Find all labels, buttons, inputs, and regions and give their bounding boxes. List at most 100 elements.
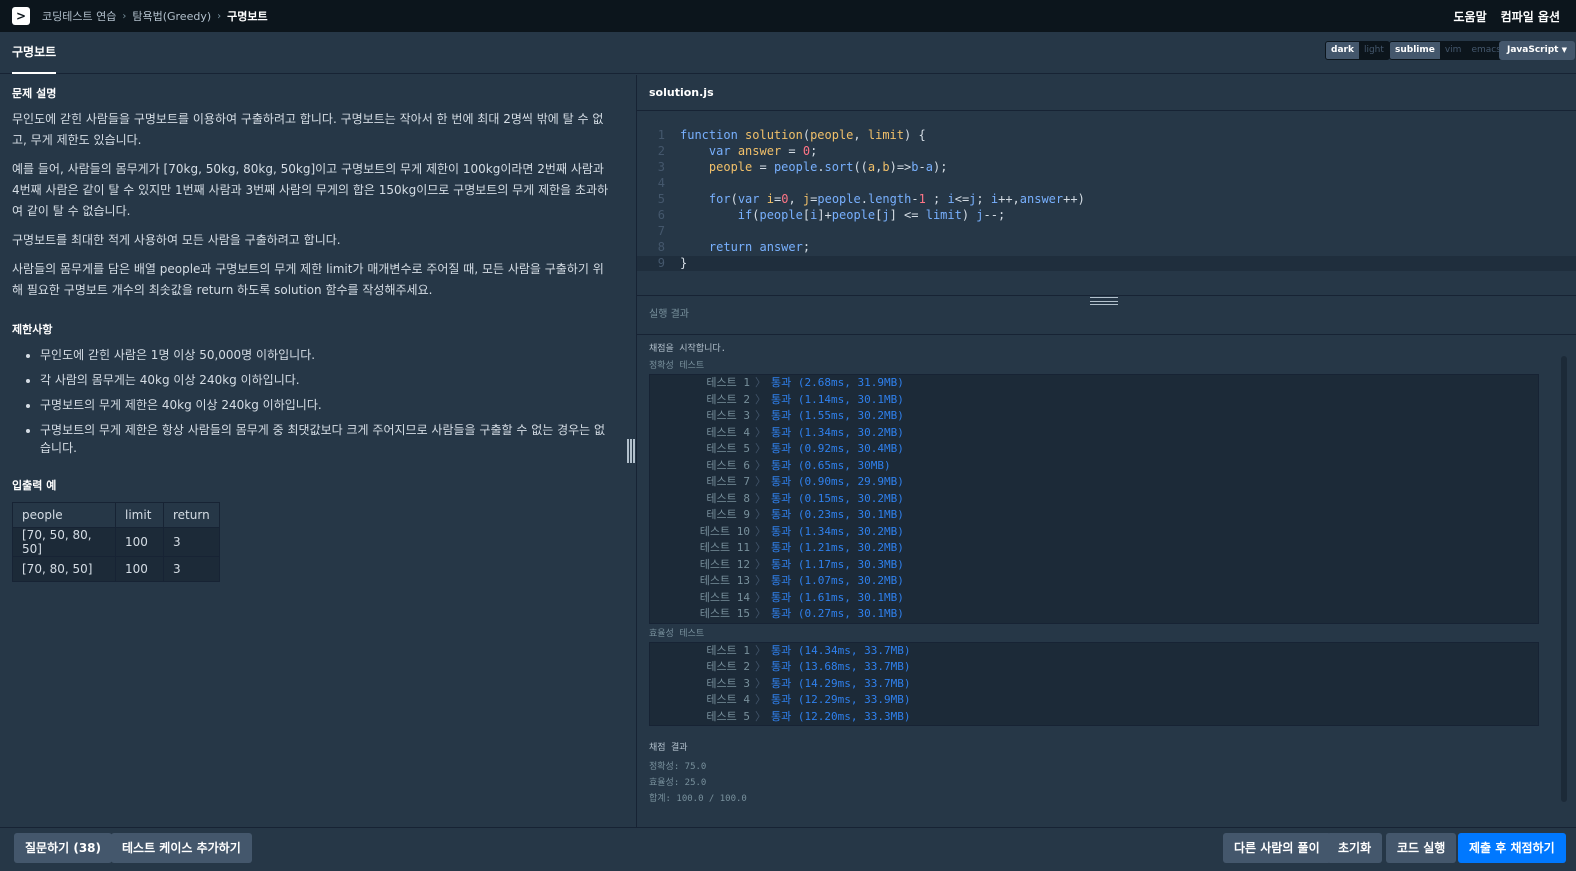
separator: 〉 [755,574,766,587]
separator: 〉 [755,508,766,521]
test-status: 통과 (13.68ms, 33.7MB) [771,660,911,673]
test-status: 통과 (0.23ms, 30.1MB) [771,508,904,521]
constraint-item: 무인도에 갇힌 사람은 1명 이상 50,000명 이하입니다. [40,346,608,364]
result-console: 채점을 시작합니다. 정확성 테스트 테스트 1 〉 통과 (2.68ms, 31.… [637,336,1576,827]
separator: 〉 [755,709,766,723]
test-status: 통과 (12.29ms, 33.9MB) [771,693,911,706]
constraint-item: 구명보트의 무게 제한은 40kg 이상 240kg 이하입니다. [40,396,608,414]
line-number: 4 [657,176,665,190]
breadcrumb-item[interactable]: 탐욕법(Greedy) [132,8,211,24]
theme-dark-button[interactable]: dark [1326,42,1359,59]
code-line: 5 for(var i=0, j=people.length-1 ; i<=j;… [637,192,1576,207]
separator: 〉 [755,392,766,406]
separator: 〉 [755,409,766,422]
efficiency-results: 테스트 1 〉 통과 (14.34ms, 33.7MB) 테스트 2 〉 통과 (13.6… [649,641,1539,726]
test-name: 테스트 4 [706,693,750,706]
test-result-row: 테스트 3 〉 통과 (1.55ms, 30.2MB) [650,408,1538,425]
separator: 〉 [755,557,766,571]
line-number: 2 [657,144,665,158]
test-name: 테스트 8 [706,491,750,505]
test-result-row: 테스트 10 〉 통과 (1.34ms, 30.2MB) [650,524,1538,541]
test-name: 테스트 9 [706,508,750,521]
test-name: 테스트 7 [706,475,750,488]
code-line: 4 [637,176,1576,191]
submit-button[interactable]: 제출 후 채점하기 [1458,833,1566,863]
others-solution-button[interactable]: 다른 사람의 풀이 [1223,833,1331,863]
test-result-row: 테스트 3 〉 통과 (14.29ms, 33.7MB) [650,676,1538,693]
test-result-row: 테스트 15 〉 통과 (0.27ms, 30.1MB) [650,606,1538,623]
breadcrumb-item[interactable]: 코딩테스트 연습 [42,8,116,24]
test-name: 테스트 2 [706,660,750,673]
line-number: 8 [657,240,665,254]
test-status: 통과 (1.34ms, 30.2MB) [771,524,904,538]
test-name: 테스트 12 [699,557,750,571]
line-number: 6 [657,208,665,222]
table-cell: [70, 50, 80, 50] [12,527,116,557]
line-number: 1 [657,128,665,142]
test-result-row: 테스트 1 〉 통과 (2.68ms, 31.9MB) [650,375,1538,392]
separator: 〉 [755,442,766,455]
test-name: 테스트 4 [706,425,750,439]
language-label: JavaScript [1507,45,1559,55]
breadcrumb-current: 구명보트 [227,10,268,23]
code-editor[interactable]: 1 function solution(people, limit) { 2 va… [637,113,1576,297]
run-code-button[interactable]: 코드 실행 [1386,833,1457,863]
programmers-logo-icon[interactable]: > [12,7,30,25]
table-header: people [12,502,116,528]
code-line: 3 people = people.sort((a,b)=>b-a); [637,160,1576,175]
code-line: 8 return answer; [637,240,1576,255]
horizontal-resize-handle[interactable] [1090,297,1118,305]
test-status: 통과 (14.34ms, 33.7MB) [771,643,911,657]
vertical-resize-handle[interactable] [627,439,635,463]
summary-line: 효율성: 25.0 [649,778,707,788]
test-status: 통과 (1.17ms, 30.3MB) [771,557,904,571]
code-line: 2 var answer = 0; [637,144,1576,159]
summary-line: 합계: 100.0 / 100.0 [649,794,747,804]
caret-down-icon: ▼ [1561,46,1567,54]
add-testcase-button[interactable]: 테스트 케이스 추가하기 [111,833,252,863]
test-name: 테스트 6 [706,458,750,472]
code-line: 6 if(people[i]+people[j] <= limit) j--; [637,208,1576,223]
table-cell: 3 [163,527,220,557]
test-result-row: 테스트 2 〉 통과 (1.14ms, 30.1MB) [650,392,1538,409]
start-message: 채점을 시작합니다. [649,344,727,354]
code-line: 1 function solution(people, limit) { [637,128,1576,143]
question-button[interactable]: 질문하기 (38) [14,833,113,863]
table-row: [70, 80, 50] 100 3 [12,556,220,582]
help-link[interactable]: 도움말 [1453,8,1486,25]
test-result-row: 테스트 2 〉 통과 (13.68ms, 33.7MB) [650,659,1538,676]
test-status: 통과 (0.65ms, 30MB) [771,458,891,472]
theme-toggle: dark light [1325,41,1390,60]
tab-lesson[interactable]: 구명보트 [12,32,57,74]
code-line: 9} [637,256,1576,271]
editor-filename: solution.js [637,75,1576,111]
table-cell: 100 [115,527,164,557]
test-result-row: 테스트 4 〉 통과 (1.34ms, 30.2MB) [650,425,1538,442]
test-result-row: 테스트 14 〉 통과 (1.61ms, 30.1MB) [650,590,1538,607]
keymap-vim-button[interactable]: vim [1440,42,1467,59]
test-status: 통과 (1.07ms, 30.2MB) [771,574,904,587]
bottom-bar: 질문하기 (38) 테스트 케이스 추가하기 다른 사람의 풀이 초기화 코드 … [0,827,1576,871]
table-row: [70, 50, 80, 50] 100 3 [12,527,220,557]
separator: 〉 [755,660,766,673]
theme-light-button[interactable]: light [1359,42,1389,59]
separator: 〉 [755,590,766,604]
line-number: 3 [657,160,665,174]
constraint-item: 구명보트의 무게 제한은 항상 사람들의 몸무게 중 최댓값보다 크게 주어지므… [40,421,610,457]
test-name: 테스트 1 [706,376,750,389]
test-name: 테스트 14 [699,590,750,604]
separator: 〉 [755,607,766,620]
constraint-item: 각 사람의 몸무게는 40kg 이상 240kg 이하입니다. [40,371,608,389]
language-select[interactable]: JavaScript ▼ [1499,41,1575,60]
keymap-sublime-button[interactable]: sublime [1390,42,1440,59]
test-name: 테스트 15 [699,607,750,620]
constraints-title: 제한사항 [12,323,53,336]
test-status: 통과 (14.29ms, 33.7MB) [771,676,911,690]
summary-title: 채점 결과 [649,743,688,753]
scrollbar[interactable] [1561,356,1567,802]
test-name: 테스트 3 [706,409,750,422]
test-result-row: 테스트 6 〉 통과 (0.65ms, 30MB) [650,458,1538,475]
line-number: 7 [657,224,665,238]
compile-options-link[interactable]: 컴파일 옵션 [1501,8,1560,25]
reset-button[interactable]: 초기화 [1327,833,1383,863]
